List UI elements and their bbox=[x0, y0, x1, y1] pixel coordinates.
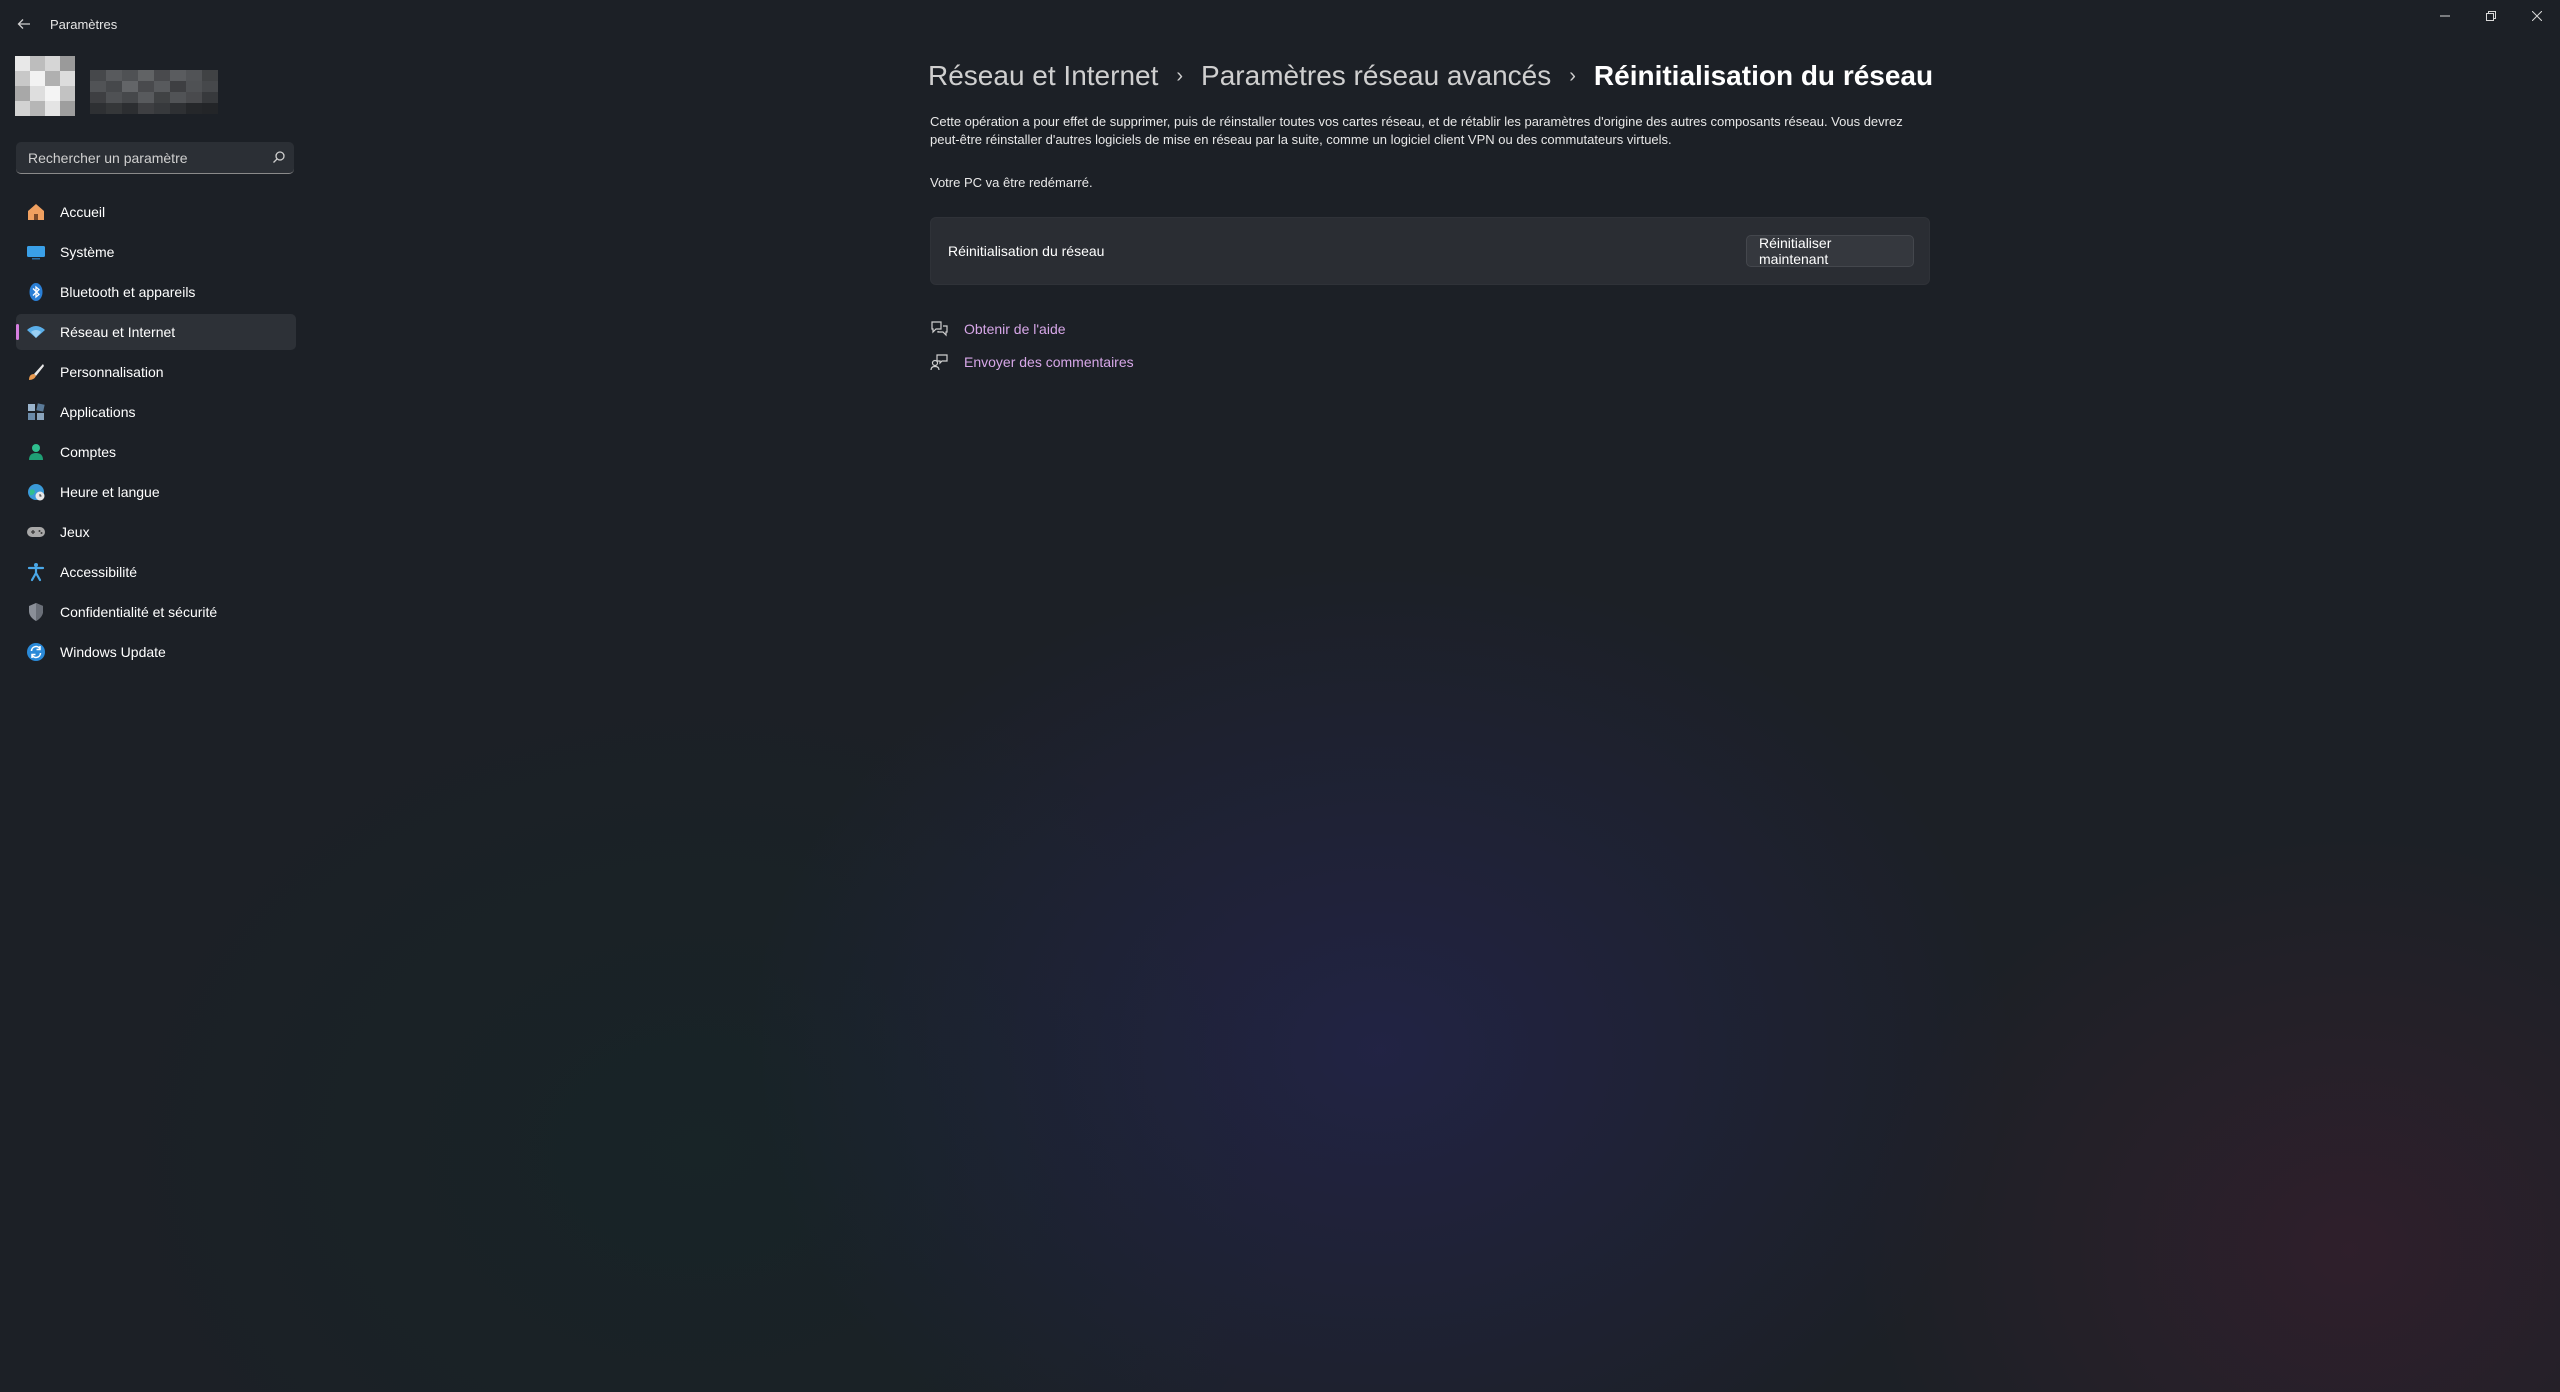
minimize-icon bbox=[2440, 15, 2450, 17]
breadcrumb: Réseau et Internet › Paramètres réseau a… bbox=[928, 56, 1933, 96]
network-reset-card: Réinitialisation du réseau Réinitialiser… bbox=[930, 217, 1930, 285]
minimize-button[interactable] bbox=[2422, 0, 2468, 32]
search-box[interactable] bbox=[16, 142, 294, 174]
search-icon[interactable] bbox=[272, 150, 286, 164]
restart-note: Votre PC va être redémarré. bbox=[930, 175, 1093, 190]
app-title: Paramètres bbox=[50, 17, 118, 32]
apps-icon bbox=[26, 402, 46, 422]
active-indicator bbox=[16, 324, 19, 340]
send-feedback-label: Envoyer des commentaires bbox=[964, 354, 1134, 370]
sidebar-item-label: Réseau et Internet bbox=[60, 324, 176, 340]
sidebar-item-label: Comptes bbox=[60, 444, 117, 460]
sidebar-item-label: Heure et langue bbox=[60, 484, 160, 500]
account-icon bbox=[26, 442, 46, 462]
globe-clock-icon bbox=[26, 482, 46, 502]
profile-name-blurred bbox=[90, 70, 218, 114]
page-title: Réinitialisation du réseau bbox=[1593, 60, 1934, 91]
title-bar: Paramètres bbox=[0, 0, 2560, 48]
sidebar-item-label: Accessibilité bbox=[60, 564, 138, 580]
back-button[interactable] bbox=[10, 10, 38, 38]
sidebar-item-windows-update[interactable]: Windows Update bbox=[16, 634, 296, 670]
get-help-link[interactable]: Obtenir de l'aide bbox=[930, 318, 1066, 340]
sidebar-item-label: Windows Update bbox=[60, 644, 166, 660]
sidebar-item-label: Jeux bbox=[60, 524, 90, 540]
chevron-right-icon: › bbox=[1569, 64, 1576, 87]
gamepad-icon bbox=[26, 522, 46, 542]
sidebar-item-label: Personnalisation bbox=[60, 364, 164, 380]
sidebar-nav: Accueil Système Bluetooth et appareils R… bbox=[16, 194, 296, 674]
shield-icon bbox=[26, 602, 46, 622]
restore-icon bbox=[2486, 11, 2496, 21]
update-icon bbox=[26, 642, 46, 662]
wifi-icon bbox=[26, 322, 46, 342]
breadcrumb-reseau-internet[interactable]: Réseau et Internet bbox=[928, 60, 1158, 92]
sidebar-item-heure-langue[interactable]: Heure et langue bbox=[16, 474, 296, 510]
system-icon bbox=[26, 242, 46, 262]
close-icon bbox=[2532, 11, 2542, 21]
send-feedback-link[interactable]: Envoyer des commentaires bbox=[930, 351, 1134, 373]
sidebar-item-label: Confidentialité et sécurité bbox=[60, 604, 218, 620]
sidebar-item-applications[interactable]: Applications bbox=[16, 394, 296, 430]
feedback-icon bbox=[930, 353, 948, 371]
sidebar-item-accessibilite[interactable]: Accessibilité bbox=[16, 554, 296, 590]
sidebar-item-confidentialite[interactable]: Confidentialité et sécurité bbox=[16, 594, 296, 630]
sidebar-item-bluetooth[interactable]: Bluetooth et appareils bbox=[16, 274, 296, 310]
sidebar-item-accueil[interactable]: Accueil bbox=[16, 194, 296, 230]
search-input[interactable] bbox=[26, 142, 270, 174]
accessibility-icon bbox=[26, 562, 46, 582]
help-chat-icon bbox=[930, 320, 948, 338]
home-icon bbox=[26, 202, 46, 222]
avatar[interactable] bbox=[15, 56, 75, 116]
bluetooth-icon bbox=[26, 282, 46, 302]
sidebar-item-jeux[interactable]: Jeux bbox=[16, 514, 296, 550]
sidebar-item-comptes[interactable]: Comptes bbox=[16, 434, 296, 470]
network-reset-label: Réinitialisation du réseau bbox=[948, 243, 1105, 259]
sidebar-item-personnalisation[interactable]: Personnalisation bbox=[16, 354, 296, 390]
reset-description: Cette opération a pour effet de supprime… bbox=[930, 114, 1903, 147]
reset-now-button[interactable]: Réinitialiser maintenant bbox=[1746, 235, 1914, 267]
sidebar-item-label: Bluetooth et appareils bbox=[60, 284, 196, 300]
breadcrumb-parametres-avances[interactable]: Paramètres réseau avancés bbox=[1201, 60, 1551, 92]
sidebar-item-label: Applications bbox=[60, 404, 136, 420]
chevron-right-icon: › bbox=[1176, 64, 1184, 87]
restore-button[interactable] bbox=[2468, 0, 2514, 32]
sidebar-item-label: Accueil bbox=[60, 204, 106, 220]
brush-icon bbox=[26, 362, 46, 382]
close-button[interactable] bbox=[2514, 0, 2560, 32]
sidebar-item-label: Système bbox=[60, 244, 115, 260]
back-arrow-icon bbox=[17, 19, 30, 29]
get-help-label: Obtenir de l'aide bbox=[964, 321, 1066, 337]
sidebar-item-systeme[interactable]: Système bbox=[16, 234, 296, 270]
sidebar-item-reseau[interactable]: Réseau et Internet bbox=[16, 314, 296, 350]
